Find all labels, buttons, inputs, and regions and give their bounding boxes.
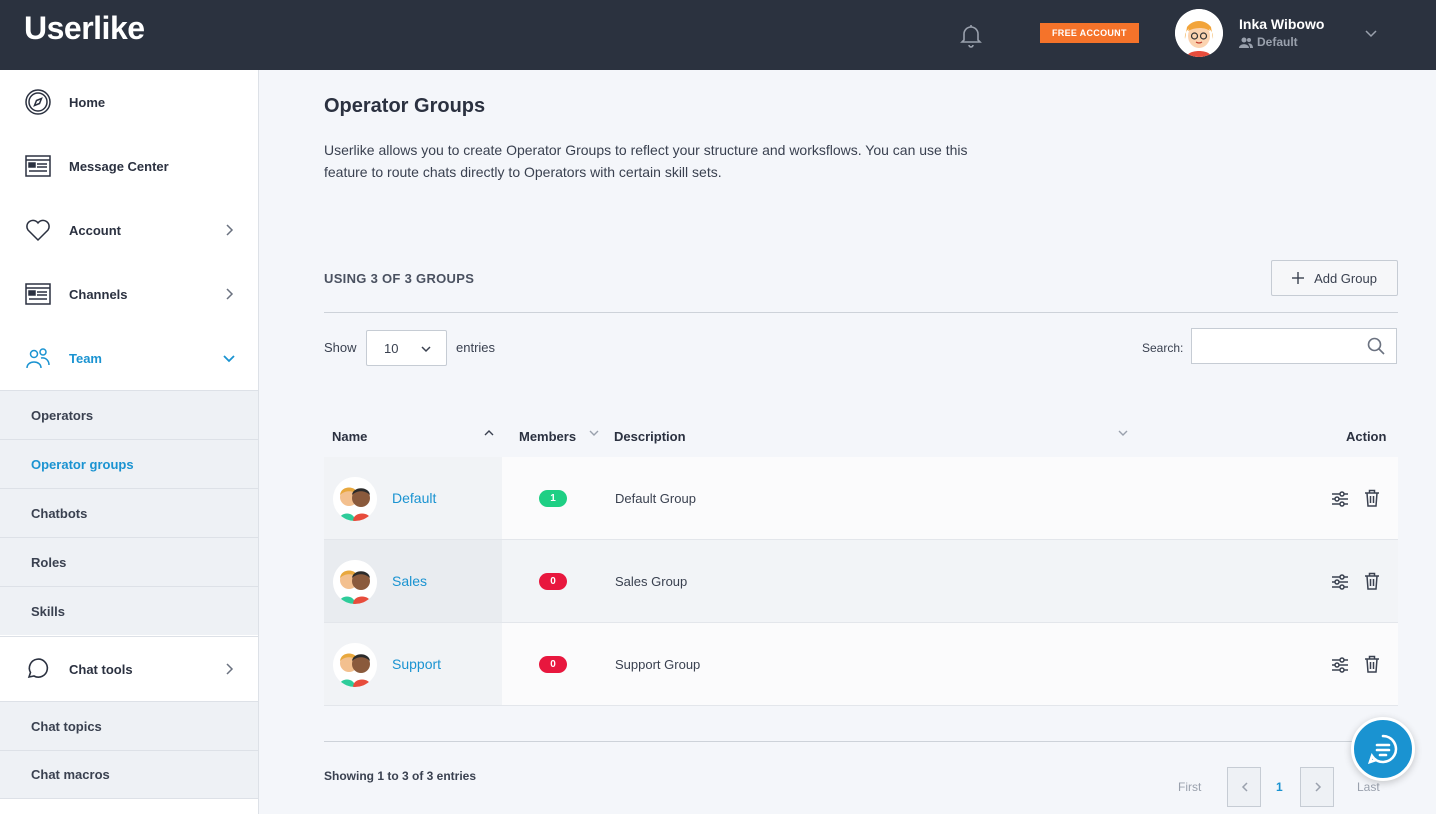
- sort-down-icon[interactable]: [1118, 428, 1128, 438]
- user-name: Inka Wibowo: [1239, 16, 1325, 32]
- settings-sliders-icon[interactable]: [1331, 656, 1349, 674]
- group-description: Support Group: [615, 657, 701, 672]
- table-row: Sales 0 Sales Group: [324, 540, 1398, 623]
- trash-icon[interactable]: [1364, 489, 1380, 507]
- compass-icon: [25, 89, 51, 115]
- table-row: Default 1 Default Group: [324, 457, 1398, 540]
- sidebar-subitem-chat-topics[interactable]: Chat topics: [0, 701, 258, 750]
- group-usage-label: USING 3 OF 3 GROUPS: [324, 271, 475, 286]
- chevron-right-icon: [226, 663, 234, 675]
- column-header-action: Action: [1346, 429, 1387, 444]
- sort-down-icon[interactable]: [589, 428, 599, 438]
- group-avatar: [333, 477, 377, 521]
- pagination-page[interactable]: 1: [1276, 780, 1283, 794]
- chevron-right-icon: [1315, 782, 1322, 792]
- table-info: Showing 1 to 3 of 3 entries: [324, 769, 477, 783]
- plus-icon: [1292, 272, 1305, 284]
- sidebar-item-label: Home: [69, 94, 106, 110]
- chat-widget-button[interactable]: [1351, 717, 1415, 781]
- sort-up-icon[interactable]: [484, 428, 494, 438]
- group-description: Default Group: [615, 491, 696, 506]
- user-role-label: Default: [1257, 35, 1298, 49]
- show-label: Show: [324, 340, 357, 355]
- heart-icon: [26, 219, 50, 242]
- column-header-name[interactable]: Name: [332, 429, 367, 444]
- search-icon[interactable]: [1367, 337, 1385, 355]
- chevron-down-icon: [421, 346, 431, 353]
- search-label: Search:: [1142, 341, 1184, 355]
- user-avatar[interactable]: [1175, 9, 1223, 57]
- sidebar: Home Message Center Account Channels Tea…: [0, 70, 259, 814]
- divider: [324, 312, 1398, 313]
- pagination-prev-button[interactable]: [1227, 767, 1261, 807]
- pagination-next-button[interactable]: [1300, 767, 1334, 807]
- add-group-label: Add Group: [1314, 270, 1377, 286]
- group-avatar: [333, 643, 377, 687]
- chevron-down-icon: [223, 355, 235, 363]
- sidebar-item-team[interactable]: Team: [0, 326, 258, 390]
- sidebar-item-chat-tools[interactable]: Chat tools: [0, 636, 258, 701]
- group-name-link[interactable]: Support: [392, 656, 441, 672]
- sidebar-subitem-roles[interactable]: Roles: [0, 537, 258, 586]
- free-account-badge[interactable]: FREE ACCOUNT: [1040, 23, 1139, 43]
- column-header-members[interactable]: Members: [519, 429, 576, 444]
- member-count-badge: 0: [539, 573, 567, 590]
- sidebar-item-label: Account: [69, 222, 121, 238]
- userlike-logo[interactable]: Userlike: [24, 10, 145, 47]
- group-description: Sales Group: [615, 574, 688, 589]
- entries-select[interactable]: 10: [366, 330, 447, 366]
- sidebar-item-label: Channels: [69, 286, 128, 302]
- divider: [324, 741, 1398, 742]
- users-icon: [1239, 37, 1253, 48]
- entries-value: 10: [384, 340, 399, 356]
- column-header-description[interactable]: Description: [614, 429, 686, 444]
- sidebar-item-channels[interactable]: Channels: [0, 262, 258, 326]
- chat-bubble-icon: [27, 658, 49, 679]
- pagination-first[interactable]: First: [1178, 780, 1201, 794]
- sidebar-item-label: Team: [69, 350, 102, 366]
- sidebar-item-account[interactable]: Account: [0, 198, 258, 262]
- page-description: Userlike allows you to create Operator G…: [324, 142, 968, 180]
- trash-icon[interactable]: [1364, 572, 1380, 590]
- add-group-button[interactable]: Add Group: [1271, 260, 1398, 296]
- sidebar-item-label: Chat tools: [69, 661, 133, 677]
- user-role: Default: [1239, 35, 1298, 49]
- table-row: Support 0 Support Group: [324, 623, 1398, 706]
- group-avatar: [333, 560, 377, 604]
- sidebar-subitem-operators[interactable]: Operators: [0, 390, 258, 439]
- settings-sliders-icon[interactable]: [1331, 490, 1349, 508]
- member-count-badge: 0: [539, 656, 567, 673]
- chat-icon: [1368, 734, 1398, 764]
- trash-icon[interactable]: [1364, 655, 1380, 673]
- sidebar-subitem-chatbots[interactable]: Chatbots: [0, 488, 258, 537]
- chevron-right-icon: [226, 224, 234, 236]
- page-title: Operator Groups: [324, 95, 486, 117]
- channels-icon: [25, 283, 51, 305]
- bell-icon[interactable]: [957, 21, 985, 49]
- chevron-left-icon: [1241, 782, 1248, 792]
- sidebar-subitem-chat-macros[interactable]: Chat macros: [0, 750, 258, 799]
- sidebar-item-message-center[interactable]: Message Center: [0, 134, 258, 198]
- chevron-right-icon: [226, 288, 234, 300]
- sidebar-item-home[interactable]: Home: [0, 70, 258, 134]
- group-name-link[interactable]: Default: [392, 490, 436, 506]
- entries-label: entries: [456, 340, 496, 355]
- member-count-badge: 1: [539, 490, 567, 507]
- top-bar: Userlike FREE ACCOUNT Inka Wibowo Defaul…: [0, 0, 1436, 70]
- pagination-last[interactable]: Last: [1357, 780, 1380, 794]
- chevron-down-icon[interactable]: [1364, 26, 1378, 40]
- message-center-icon: [25, 155, 51, 177]
- settings-sliders-icon[interactable]: [1331, 573, 1349, 591]
- sidebar-item-label: Message Center: [69, 158, 169, 174]
- sidebar-subitem-skills[interactable]: Skills: [0, 586, 258, 635]
- sidebar-subitem-operator-groups[interactable]: Operator groups: [0, 439, 258, 488]
- team-icon: [26, 348, 50, 369]
- group-name-link[interactable]: Sales: [392, 573, 427, 589]
